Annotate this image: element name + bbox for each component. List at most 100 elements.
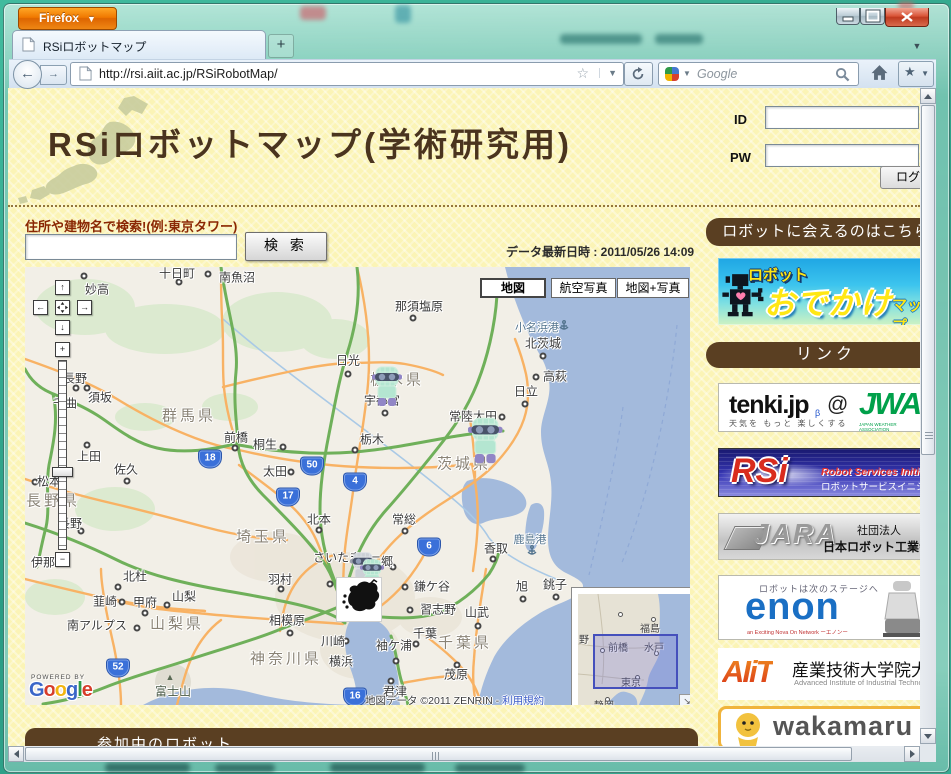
map-label: 須坂 — [88, 389, 112, 406]
map-label: 山武 — [465, 604, 489, 621]
data-updated-timestamp: データ最新日時 : 2011/05/26 14:09 — [506, 243, 694, 260]
odekake-map-banner[interactable]: ロボット おでかけ マップ — [718, 258, 920, 325]
desktop-artifact — [215, 764, 275, 772]
close-icon — [901, 12, 913, 22]
horizontal-scroll-thumb[interactable] — [25, 747, 852, 761]
enon-robot-photo — [879, 579, 920, 639]
minimap-label: 福島 — [640, 620, 660, 635]
search-placeholder: Google — [697, 67, 737, 81]
map-label: 甲府 — [133, 594, 157, 611]
city-dot — [393, 658, 400, 665]
screen: Firefox▼ RSiロボットマップ + ▼ ← → http://rsi.a… — [0, 0, 951, 774]
reload-button[interactable] — [624, 62, 653, 86]
tab-list-dropdown[interactable]: ▼ — [908, 38, 926, 54]
minimize-button[interactable] — [836, 8, 860, 25]
url-dropdown-icon[interactable]: ▼ — [599, 68, 617, 78]
url-bar[interactable]: http://rsi.aiit.ac.jp/RSiRobotMap/ ☆ ▼ — [70, 62, 624, 86]
maximize-button[interactable] — [860, 8, 885, 25]
minimap-resize-icon[interactable]: ↘ — [679, 694, 690, 705]
map-type-2[interactable]: 航空写真 — [551, 278, 616, 298]
map-label: 小名浜港 — [515, 319, 559, 335]
search-box[interactable]: ▼ Google — [658, 62, 859, 86]
city-dot — [533, 374, 540, 381]
page-icon — [22, 37, 35, 52]
desktop-artifact — [105, 763, 190, 772]
id-field[interactable] — [765, 106, 919, 129]
search-icon[interactable] — [835, 67, 850, 82]
minimap-label: 野 — [579, 631, 589, 646]
map-canvas[interactable]: 妙高十日町南魚沼那須塩原小名浜港北茨城高萩日立常陸太田栃木県宇都宮日光群馬県前橋… — [25, 267, 690, 705]
city-dot — [522, 401, 529, 408]
scroll-left-button[interactable] — [8, 746, 24, 762]
overview-minimap[interactable]: 福島前橋水戸東京静岡野 ↘ — [572, 588, 690, 705]
page-icon — [79, 66, 92, 81]
city-dot — [407, 607, 414, 614]
robot-marker[interactable] — [468, 416, 503, 472]
pan-up-button[interactable]: ↑ — [55, 280, 70, 295]
map-label: 羽村 — [268, 571, 292, 588]
home-icon — [870, 64, 889, 81]
anchor-icon — [559, 318, 569, 336]
wakamaru-banner[interactable]: wakamaru — [718, 706, 920, 746]
city-dot — [413, 641, 420, 648]
pan-down-button[interactable]: ↓ — [55, 320, 70, 335]
close-button[interactable] — [885, 8, 929, 27]
pan-right-button[interactable]: → — [77, 300, 92, 315]
google-engine-icon[interactable] — [665, 67, 679, 81]
zoom-slider-handle[interactable] — [52, 467, 73, 477]
map-label: 富士山 — [155, 683, 191, 700]
jara-banner[interactable]: JARA 社団法人 日本ロボット工業会 — [718, 513, 920, 560]
city-dot — [490, 556, 497, 563]
robot-marker[interactable] — [372, 365, 402, 414]
url-text: http://rsi.aiit.ac.jp/RSiRobotMap/ — [99, 67, 278, 81]
map-label: 山梨県 — [150, 613, 204, 634]
tenki-at: @ — [827, 393, 848, 417]
google-logo-letter: e — [82, 679, 92, 701]
pan-left-button[interactable]: ← — [33, 300, 48, 315]
scroll-right-button[interactable] — [904, 746, 920, 762]
image-marker[interactable] — [336, 577, 382, 622]
city-dot — [410, 315, 417, 322]
tab-rsi-robot-map[interactable]: RSiロボットマップ — [12, 30, 266, 60]
map-type-1[interactable]: 地図 — [480, 278, 546, 298]
rsi-banner[interactable]: RSi Robot Services Initiative ロボットサービスイニ… — [718, 448, 920, 497]
city-dot — [475, 623, 482, 630]
vertical-scroll-thumb[interactable] — [921, 105, 935, 455]
links-header: リンク — [706, 342, 920, 368]
zoom-in-button[interactable]: + — [55, 342, 70, 357]
bookmark-star-icon[interactable]: ☆ — [576, 65, 589, 82]
new-tab-button[interactable]: + — [268, 34, 294, 58]
enon-banner[interactable]: ロボットは次のステージへ enon an Exciting Nova On Ne… — [718, 575, 920, 640]
pw-field[interactable] — [765, 144, 919, 167]
firefox-menu-button[interactable]: Firefox▼ — [18, 7, 117, 30]
city-dot — [142, 610, 149, 617]
google-logo: Google — [29, 679, 92, 702]
terms-link[interactable]: 利用規約 — [502, 695, 544, 705]
city-dot — [316, 527, 323, 534]
bookmarks-button[interactable]: ★ ▼ — [898, 61, 934, 87]
odekake-word2: おでかけ — [764, 278, 892, 323]
scroll-up-button[interactable] — [920, 88, 936, 104]
pan-center-icon — [57, 302, 68, 313]
firefox-menu-label: Firefox — [39, 11, 79, 25]
zoom-out-button[interactable]: − — [55, 552, 70, 567]
minimap-viewport-rect[interactable] — [593, 634, 678, 689]
city-dot — [81, 273, 88, 280]
map-label: 前橋 — [224, 429, 248, 446]
engine-dropdown-icon[interactable]: ▼ — [683, 69, 691, 78]
login-button[interactable]: ログイン — [880, 166, 920, 189]
map-type-3[interactable]: 地図+写真 — [617, 278, 689, 298]
back-button[interactable]: ← — [13, 60, 42, 89]
jwa-logo: JWA — [859, 386, 920, 422]
address-search-input[interactable] — [25, 234, 237, 260]
address-search-button[interactable]: 検 索 — [245, 232, 327, 261]
scroll-down-button[interactable] — [920, 728, 936, 744]
tenki-jwa-banner[interactable]: tenki.jp β @ JWA 天気を もっと 楽しくする JAPAN WEA… — [718, 383, 920, 432]
arrow-down-icon — [924, 734, 932, 739]
aiit-banner[interactable]: AIiT 産業技術大学院大学 Advanced Institute of Ind… — [718, 648, 920, 700]
forward-button[interactable]: → — [40, 65, 67, 85]
pan-center-button[interactable] — [55, 300, 70, 315]
zoom-slider-track[interactable] — [58, 360, 67, 550]
home-button[interactable] — [864, 60, 894, 86]
participating-robots-header: 参加中のロボット — [25, 728, 698, 746]
